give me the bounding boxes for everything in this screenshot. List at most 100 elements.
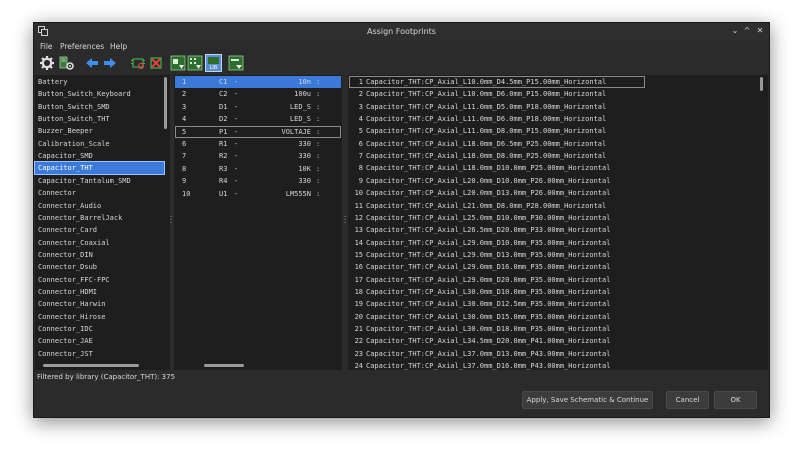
library-item[interactable]: Connector_HDMI (35, 286, 164, 298)
ok-button[interactable]: OK (714, 391, 757, 409)
settings-gear-icon[interactable] (39, 55, 55, 71)
footprint-row[interactable]: 13 Capacitor_THT:CP_Axial_L26.5mm_D20.0mm… (349, 224, 645, 236)
footprint-row[interactable]: 24 Capacitor_THT:CP_Axial_L37.0mm_D16.0mm… (349, 360, 645, 372)
footprint-row[interactable]: 1 Capacitor_THT:CP_Axial_L10.0mm_D4.5mm_P… (349, 76, 645, 88)
footprint-row[interactable]: 20 Capacitor_THT:CP_Axial_L30.0mm_D15.0mm… (349, 311, 645, 323)
filter-by-pin-count-icon[interactable] (187, 55, 203, 71)
library-list-hscrollbar[interactable] (43, 364, 139, 367)
library-item[interactable]: Button_Switch_Keyboard (35, 88, 164, 100)
library-item[interactable]: Connector_DIN (35, 249, 164, 261)
filter-by-keyword-icon[interactable] (170, 55, 186, 71)
library-item[interactable]: Connector_JAE (35, 335, 164, 347)
minimize-button[interactable]: ⌄ (730, 25, 740, 37)
symbol-separator: - (234, 177, 239, 186)
cancel-button[interactable]: Cancel (666, 391, 709, 409)
library-item[interactable]: Calibration_Scale (35, 138, 164, 150)
footprint-row[interactable]: 9 Capacitor_THT:CP_Axial_L20.0mm_D10.0mm_… (349, 175, 645, 187)
footprint-row[interactable]: 17 Capacitor_THT:CP_Axial_L29.0mm_D20.0mm… (349, 274, 645, 286)
footprint-name: Capacitor_THT:CP_Axial_L25.0mm_D10.0mm_P… (366, 213, 611, 222)
footprint-row[interactable]: 18 Capacitor_THT:CP_Axial_L30.0mm_D10.0mm… (349, 286, 645, 298)
footprint-row[interactable]: 19 Capacitor_THT:CP_Axial_L30.0mm_D12.5mm… (349, 298, 645, 310)
window-title: Assign Footprints (367, 27, 436, 36)
library-item[interactable]: Battery (35, 76, 164, 88)
library-item[interactable]: Capacitor_SMD (35, 150, 164, 162)
footprint-list-vscrollbar[interactable] (760, 77, 763, 91)
delete-association-icon[interactable] (148, 55, 164, 71)
library-item[interactable]: Capacitor_Tantalum_SMD (35, 175, 164, 187)
library-item[interactable]: Button_Switch_SMD (35, 101, 164, 113)
library-item[interactable]: Capacitor_THT (34, 161, 165, 176)
library-item[interactable]: Connector_Coaxial (35, 237, 164, 249)
footprint-row[interactable]: 14 Capacitor_THT:CP_Axial_L29.0mm_D10.0mm… (349, 237, 645, 249)
symbol-list-hscrollbar[interactable] (204, 364, 244, 367)
footprint-row[interactable]: 23 Capacitor_THT:CP_Axial_L37.0mm_D13.0mm… (349, 348, 645, 360)
footprint-row[interactable]: 21 Capacitor_THT:CP_Axial_L30.0mm_D18.0mm… (349, 323, 645, 335)
symbol-row[interactable]: 7 R2- 330: (175, 150, 341, 162)
footprint-row[interactable]: 16 Capacitor_THT:CP_Axial_L29.0mm_D16.0mm… (349, 261, 645, 273)
symbol-footprint-separator: : (316, 189, 321, 198)
library-item[interactable]: Connector_Hirose (35, 311, 164, 323)
footprint-name: Capacitor_THT:CP_Axial_L30.0mm_D18.0mm_P… (366, 325, 611, 333)
previous-arrow-icon[interactable] (84, 55, 100, 71)
library-item[interactable]: Button_Switch_THT (35, 113, 164, 125)
symbol-row[interactable]: 2 C2- 100u: (175, 88, 341, 100)
footprint-row[interactable]: 7 Capacitor_THT:CP_Axial_L18.0mm_D8.0mm_P… (349, 150, 645, 162)
footprint-row[interactable]: 11 Capacitor_THT:CP_Axial_L21.0mm_D8.0mm_… (349, 200, 645, 212)
footprint-row[interactable]: 2 Capacitor_THT:CP_Axial_L10.0mm_D6.0mm_P… (349, 88, 645, 100)
symbol-row[interactable]: 9 R4- 330: (175, 175, 341, 187)
symbol-row[interactable]: 5 P1- VOLTAJE: (175, 125, 341, 138)
menu-preferences[interactable]: Preferences (60, 42, 104, 51)
footprint-number: 16 (354, 263, 363, 272)
next-arrow-icon[interactable] (102, 55, 118, 71)
apply-save-continue-button[interactable]: Apply, Save Schematic & Continue (522, 391, 653, 409)
footprint-row[interactable]: 10 Capacitor_THT:CP_Axial_L20.0mm_D13.0mm… (349, 187, 645, 199)
footprint-row[interactable]: 15 Capacitor_THT:CP_Axial_L29.0mm_D13.0mm… (349, 249, 645, 261)
menu-file[interactable]: File (40, 42, 53, 51)
symbol-row[interactable]: 10 U1- LM555N: (175, 188, 341, 200)
footprint-number: 11 (354, 201, 363, 210)
library-item[interactable]: Connector_Dsub (35, 261, 164, 273)
footprint-row[interactable]: 5 Capacitor_THT:CP_Axial_L11.0mm_D8.0mm_P… (349, 125, 645, 137)
footprint-list[interactable]: 1 Capacitor_THT:CP_Axial_L10.0mm_D4.5mm_P… (349, 75, 757, 370)
footprint-name: Capacitor_THT:CP_Axial_L29.0mm_D13.0mm_P… (366, 250, 611, 259)
symbol-list[interactable]: 1 C1-10n:2 C2-100u:3 D1- LED_S:4 D2- LED_S:5 P1… (175, 75, 341, 360)
library-item[interactable]: Connector_IDC (35, 323, 164, 335)
library-list-vscrollbar[interactable] (164, 77, 167, 129)
symbol-reference: R1 (219, 140, 228, 148)
symbol-reference: R2 (219, 152, 228, 161)
library-item[interactable]: Connector (35, 187, 164, 199)
close-button[interactable]: ✕ (755, 25, 765, 37)
footprint-list-panel: 1 Capacitor_THT:CP_Axial_L10.0mm_D4.5mm_P… (348, 75, 768, 370)
filter-by-name-icon[interactable] (228, 55, 244, 71)
symbol-value: LED_S (289, 115, 311, 124)
title-bar: Assign Footprints ⌄ ^ ✕ (34, 23, 769, 40)
library-item[interactable]: Connector_FFC-FPC (35, 274, 164, 286)
symbol-row[interactable]: 3 D1- LED_S: (175, 101, 341, 113)
footprint-row[interactable]: 4 Capacitor_THT:CP_Axial_L11.0mm_D6.0mm_P… (349, 113, 645, 125)
footprint-row[interactable]: 3 Capacitor_THT:CP_Axial_L11.0mm_D5.0mm_P… (349, 101, 645, 113)
maximize-button[interactable]: ^ (742, 25, 752, 37)
footprint-row[interactable]: 12 Capacitor_THT:CP_Axial_L25.0mm_D10.0mm… (349, 212, 645, 224)
library-item[interactable]: Connector_BarrelJack (35, 212, 164, 224)
footprint-row[interactable]: 8 Capacitor_THT:CP_Axial_L18.0mm_D10.0mm_… (349, 162, 645, 174)
assign-footprints-window: Assign Footprints ⌄ ^ ✕ File Preferences… (33, 22, 770, 418)
symbol-row[interactable]: 4 D2- LED_S: (175, 113, 341, 125)
symbol-list-panel: 1 C1-10n:2 C2-100u:3 D1- LED_S:4 D2- LED_S:5 P1… (174, 75, 342, 370)
filter-by-library-icon[interactable]: LIB (205, 54, 222, 72)
footprint-row[interactable]: 22 Capacitor_THT:CP_Axial_L34.5mm_D20.0mm… (349, 335, 645, 347)
footprint-row[interactable]: 6 Capacitor_THT:CP_Axial_L18.0mm_D6.5mm_P… (349, 138, 645, 150)
view-footprint-icon[interactable] (130, 55, 146, 71)
library-list-panel: Battery Button_Switch_Keyboard Button_Swit… (34, 75, 170, 370)
symbol-row[interactable]: 1 C1- 10n: (175, 76, 341, 88)
library-list[interactable]: Battery Button_Switch_Keyboard Button_Swit… (34, 76, 165, 361)
library-item[interactable]: Connector_JST (35, 348, 164, 360)
library-item[interactable]: Connector_Card (35, 224, 164, 236)
footprint-number: 18 (354, 287, 363, 296)
symbol-row[interactable]: 8 R3- 10K: (175, 163, 341, 175)
library-item[interactable]: Connector_Harwin (35, 298, 164, 310)
library-settings-icon[interactable] (59, 55, 75, 71)
symbol-row[interactable]: 6 R1- 330: (175, 138, 341, 150)
library-item[interactable]: Buzzer_Beeper (35, 125, 164, 137)
library-item[interactable]: Connector_Audio (35, 200, 164, 212)
menu-help[interactable]: Help (110, 42, 127, 51)
